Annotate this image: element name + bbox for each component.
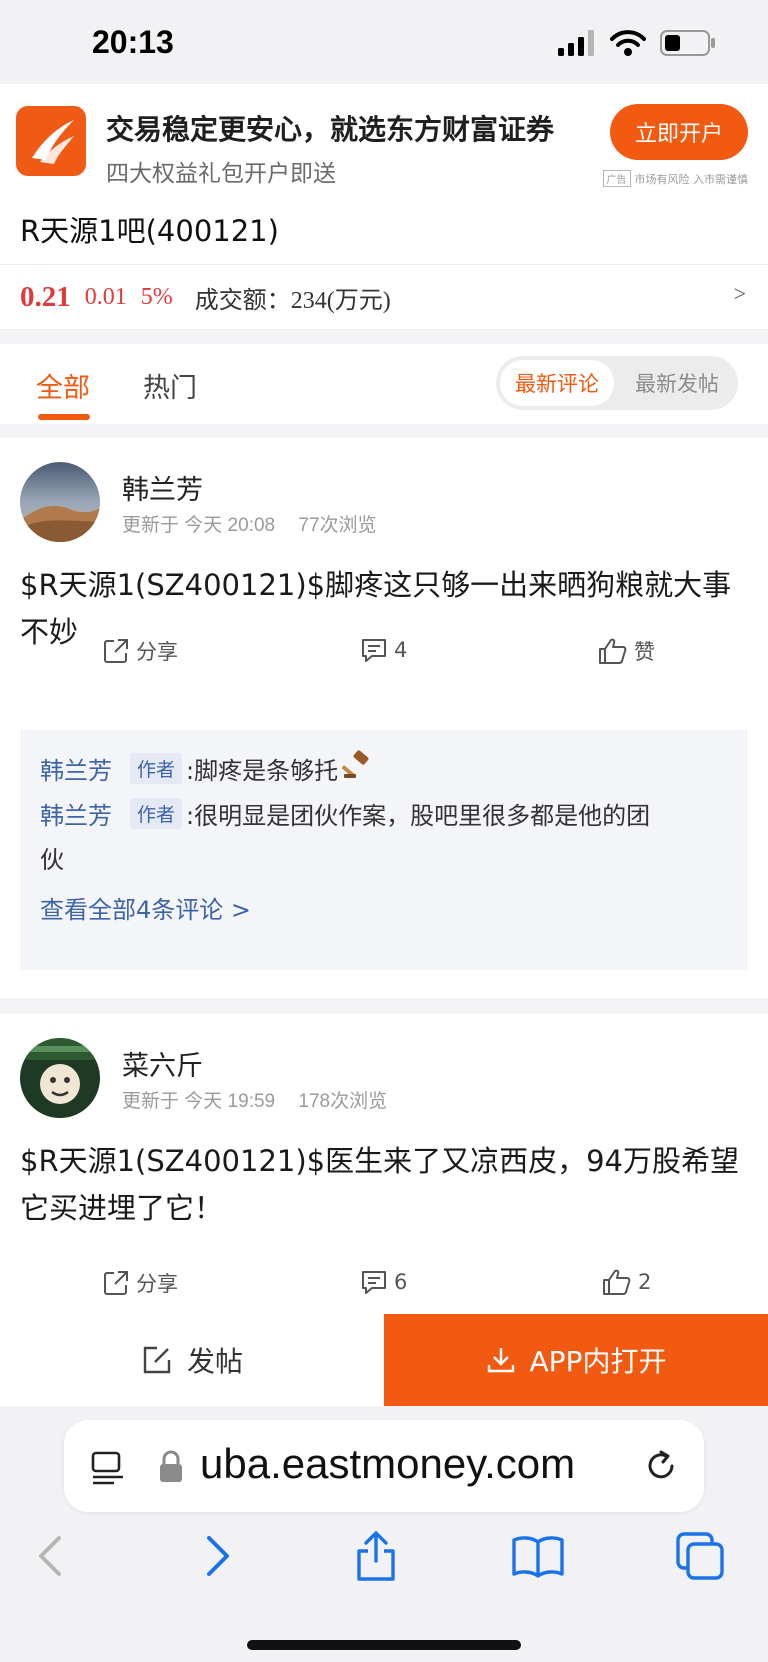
post-text[interactable]: $R天源1(SZ400121)$医生来了又凉西皮，94万股希望它买进埋了它！ — [20, 1138, 740, 1232]
commenter-name[interactable]: 韩兰芳 — [40, 796, 112, 831]
avatar[interactable] — [20, 1038, 100, 1118]
author-name[interactable]: 韩兰芳 — [122, 468, 203, 507]
comment-count: 4 — [394, 638, 408, 662]
share-sheet-button[interactable] — [346, 1526, 406, 1586]
post-actions: 分享 6 2 — [0, 1268, 768, 1308]
forum-header: R天源1吧(400121) — [0, 196, 768, 265]
status-icons — [558, 30, 716, 56]
post-actions: 分享 4 赞 — [0, 636, 768, 676]
new-post-button[interactable]: 发帖 — [0, 1314, 384, 1406]
book-icon — [512, 1536, 564, 1578]
tabs-button[interactable] — [670, 1526, 730, 1586]
forum-title: R天源1吧(400121) — [20, 214, 279, 248]
share-icon — [104, 639, 128, 663]
share-label: 分享 — [136, 640, 178, 664]
post-updated-time: 更新于 今天 19:59 — [122, 1091, 276, 1112]
reload-icon[interactable] — [644, 1448, 680, 1484]
brokerage-logo — [16, 106, 86, 176]
forward-button[interactable] — [188, 1526, 248, 1586]
share-button[interactable]: 分享 — [102, 1268, 178, 1298]
post-filter-tabs: 全部 热门 最新评论 最新发帖 — [0, 344, 768, 424]
sort-toggle: 最新评论 最新发帖 — [496, 356, 738, 410]
post-views: 77次浏览 — [298, 515, 377, 536]
status-time: 20:13 — [92, 24, 174, 60]
tab-all[interactable]: 全部 — [36, 366, 90, 405]
sort-latest-post[interactable]: 最新发帖 — [620, 360, 734, 406]
post-views: 178次浏览 — [298, 1091, 388, 1112]
turnover: 成交额：234(万元) — [194, 287, 391, 314]
ad-tag: 广告 — [602, 170, 631, 187]
share-sheet-icon — [357, 1531, 395, 1581]
quote-detail-arrow[interactable]: > — [734, 281, 746, 307]
price-change-percent: 5% — [140, 283, 173, 310]
url-text[interactable]: uba.eastmoney.com — [200, 1440, 575, 1488]
chevron-right-icon — [207, 1536, 229, 1576]
ad-title: 交易稳定更安心，就选东方财富证券 — [106, 113, 555, 146]
like-label: 赞 — [634, 640, 655, 664]
thumbs-up-icon — [599, 638, 627, 664]
comment-icon — [362, 639, 386, 662]
comment-button[interactable]: 4 — [360, 636, 407, 664]
ad-subtitle: 四大权益礼包开户即送 — [106, 161, 336, 187]
author-name[interactable]: 菜六斤 — [122, 1044, 203, 1083]
download-icon — [487, 1348, 514, 1373]
comment-text-wrap: 伙 — [40, 846, 64, 874]
ad-disclaimer: 广告 市场有风险 入市需谨慎 — [602, 170, 749, 187]
bookmarks-button[interactable] — [508, 1526, 568, 1586]
page-menu-icon[interactable] — [90, 1450, 126, 1486]
price-change: 0.01 — [84, 283, 127, 310]
tabs-icon — [676, 1532, 724, 1580]
battery-icon — [660, 30, 715, 56]
back-button[interactable] — [20, 1526, 80, 1586]
gavel-icon — [342, 750, 372, 786]
post-meta: 更新于 今天 20:08 77次浏览 — [122, 510, 377, 537]
view-all-comments-link[interactable]: 查看全部4条评论 > — [40, 890, 251, 925]
like-button[interactable]: 赞 — [598, 636, 655, 666]
open-in-app-label: APP内打开 — [529, 1345, 667, 1378]
post-meta: 更新于 今天 19:59 178次浏览 — [122, 1086, 387, 1113]
share-button[interactable]: 分享 — [102, 636, 178, 666]
stock-quote-bar[interactable]: 0.21 0.01 5% 成交额：234(万元) > — [0, 265, 768, 330]
lock-icon — [160, 1450, 182, 1482]
like-count: 2 — [638, 1270, 652, 1294]
comment-text: :很明显是团伙作案，股吧里很多都是他的团 — [186, 802, 651, 830]
address-bar[interactable]: uba.eastmoney.com — [64, 1420, 704, 1512]
comment-text: :脚疼是条够托 — [186, 756, 339, 785]
status-bar: 20:13 — [0, 0, 768, 84]
share-icon — [104, 1271, 128, 1295]
signal-icon — [558, 30, 594, 56]
post-updated-time: 更新于 今天 20:08 — [122, 515, 276, 536]
browser-toolbar: uba.eastmoney.com — [0, 1406, 768, 1662]
comment-row[interactable]: 韩兰芳 作者 :很明显是团伙作案，股吧里很多都是他的团 — [40, 796, 650, 831]
bottom-action-bar: 发帖 APP内打开 — [0, 1314, 768, 1406]
commenter-name[interactable]: 韩兰芳 — [40, 751, 112, 786]
comment-count: 6 — [394, 1270, 408, 1294]
open-in-app-button[interactable]: APP内打开 — [384, 1314, 768, 1406]
new-post-label: 发帖 — [186, 1345, 243, 1378]
thumbs-up-icon — [603, 1269, 631, 1295]
comment-icon — [362, 1271, 386, 1294]
tab-hot[interactable]: 热门 — [143, 366, 197, 405]
open-account-button[interactable]: 立即开户 — [610, 104, 748, 160]
like-button[interactable]: 2 — [602, 1268, 651, 1296]
sort-latest-comment[interactable]: 最新评论 — [500, 360, 614, 406]
chevron-left-icon — [39, 1536, 61, 1576]
author-badge: 作者 — [130, 798, 183, 829]
comment-preview[interactable]: 韩兰芳 作者 :脚疼是条够托 韩兰芳 作者 :很明显是团伙作案，股吧里很多都是他… — [20, 730, 748, 970]
ad-banner[interactable]: 交易稳定更安心，就选东方财富证券 四大权益礼包开户即送 立即开户 广告 市场有风… — [0, 84, 768, 196]
post-card[interactable]: 韩兰芳 更新于 今天 20:08 77次浏览 $R天源1(SZ400121)$脚… — [0, 438, 768, 998]
author-badge: 作者 — [130, 752, 183, 784]
edit-icon — [143, 1346, 171, 1374]
comment-row[interactable]: 韩兰芳 作者 :脚疼是条够托 — [40, 750, 372, 786]
post-card[interactable]: 菜六斤 更新于 今天 19:59 178次浏览 $R天源1(SZ400121)$… — [0, 1014, 768, 1314]
wifi-icon — [610, 30, 646, 56]
comment-button[interactable]: 6 — [360, 1268, 407, 1296]
home-indicator — [247, 1640, 521, 1650]
active-tab-indicator — [38, 414, 90, 420]
risk-disclaimer: 市场有风险 入市需谨慎 — [634, 172, 749, 186]
avatar[interactable] — [20, 462, 100, 542]
stock-price: 0.21 — [20, 280, 71, 313]
share-label: 分享 — [136, 1272, 178, 1296]
